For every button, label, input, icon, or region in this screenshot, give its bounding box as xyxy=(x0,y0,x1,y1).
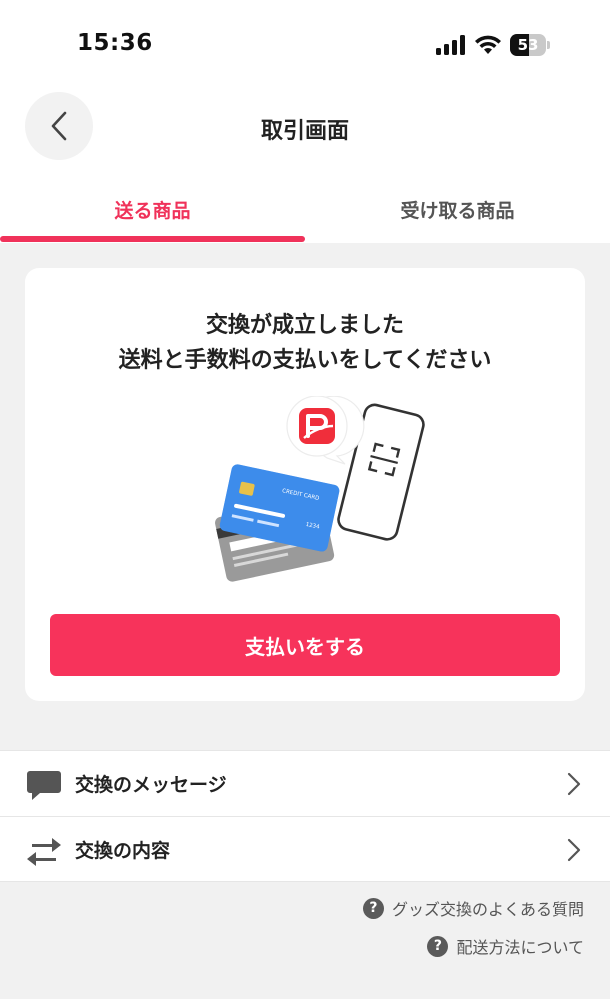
message-bubble-icon xyxy=(27,771,61,800)
wifi-icon xyxy=(475,35,501,54)
faq-link-label: グッズ交換のよくある質問 xyxy=(391,900,584,919)
paypay-logo-icon xyxy=(286,396,365,465)
chevron-right-icon xyxy=(567,838,581,862)
active-tab-indicator xyxy=(0,236,305,242)
shipping-methods-link-label: 配送方法について xyxy=(456,938,584,957)
pay-button[interactable]: 支払いをする xyxy=(50,614,560,676)
trade-menu-list: 交換のメッセージ 交換の内容 xyxy=(0,750,610,882)
battery-icon: 53 xyxy=(510,34,550,56)
page-title: 取引画面 xyxy=(260,119,349,144)
exchange-arrows-icon xyxy=(27,838,61,866)
list-item-exchange-details[interactable]: 交換の内容 xyxy=(0,816,610,881)
payment-card: 交換が成立しました 送料と手数料の支払いをしてください 123 CREDIT C… xyxy=(25,268,585,701)
status-time: 15:36 xyxy=(77,30,153,56)
tab-receive-items[interactable]: 受け取る商品 xyxy=(305,196,610,223)
faq-link[interactable]: ? グッズ交換のよくある質問 xyxy=(362,896,584,920)
trade-established-message: 交換が成立しました xyxy=(205,313,404,338)
battery-level-text: 53 xyxy=(517,36,539,54)
question-circle-icon: ? xyxy=(427,935,449,957)
chevron-right-icon xyxy=(567,772,581,796)
question-circle-icon: ? xyxy=(362,897,384,919)
tab-send-items[interactable]: 送る商品 xyxy=(0,196,305,223)
list-item-messages[interactable]: 交換のメッセージ xyxy=(0,751,610,816)
payment-illustration: 123 CREDIT CARD 1234 xyxy=(215,396,425,582)
list-item-label: 交換の内容 xyxy=(75,839,171,862)
status-icons: 53 xyxy=(436,32,550,58)
signal-icon xyxy=(436,35,465,55)
payment-instruction-message: 送料と手数料の支払いをしてください xyxy=(118,348,492,373)
shipping-methods-link[interactable]: ? 配送方法について xyxy=(427,934,584,958)
list-item-label: 交換のメッセージ xyxy=(75,774,227,796)
